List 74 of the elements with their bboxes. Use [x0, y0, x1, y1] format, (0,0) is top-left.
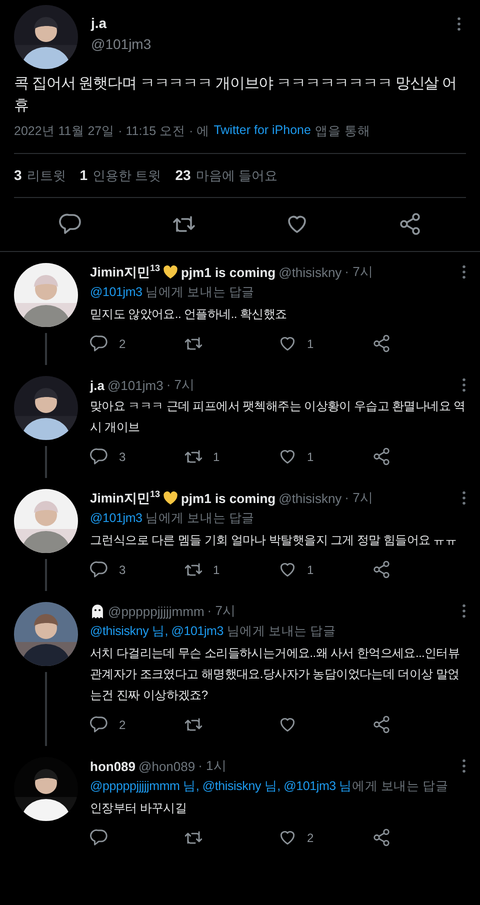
- reply-count: 2: [119, 336, 126, 350]
- display-name: hon089: [90, 758, 136, 774]
- heart-emoji-icon: [162, 264, 178, 280]
- display-name: pjm1 is coming: [180, 264, 276, 280]
- user-handle: @101jm3: [107, 378, 164, 392]
- post-time: · 1시: [198, 757, 226, 775]
- heart-icon[interactable]: [278, 560, 297, 579]
- reply-icon[interactable]: [90, 828, 109, 847]
- post-time: · 7시: [207, 602, 236, 620]
- more-icon[interactable]: [462, 604, 466, 618]
- source-suffix: 앱을 통해: [314, 123, 370, 140]
- user-handle: @thisiskny: [278, 264, 342, 280]
- reply-count: 2: [119, 718, 126, 732]
- heart-emoji-icon: [162, 490, 178, 506]
- more-icon[interactable]: [462, 491, 466, 505]
- like-count: 1: [307, 336, 314, 350]
- mention-link[interactable]: @thisiskny 님, @101jm3: [90, 624, 224, 638]
- reply-context: @101jm3 님에게 보내는 답글: [90, 510, 256, 527]
- more-icon[interactable]: [462, 759, 466, 773]
- reply-text: 믿지도 않았어요.. 언플하네.. 확신했죠: [90, 306, 288, 323]
- like-count: 1: [307, 450, 314, 464]
- display-name: Jimin지민$^{13}$: [90, 262, 160, 282]
- reply-context: @101jm3 님에게 보내는 답글: [90, 284, 256, 301]
- reply-text: 서치 다걸리는데 무슨 소리들하시는거에요..왜 사서 한억으세요...인터뷰 관계자가 조크였다고 해명했대요.당사자가 농담이었다는데 더이상 말얹는건 진짜 이상하겠죠?: [90, 645, 461, 704]
- heart-icon[interactable]: [278, 334, 297, 353]
- share-icon[interactable]: [398, 212, 422, 236]
- like-count: 1: [307, 562, 314, 576]
- user-handle: @pppppjjjjjmmm: [108, 604, 204, 618]
- stat-link[interactable]: 1 인용한 트윗: [80, 167, 162, 185]
- share-icon[interactable]: [372, 715, 391, 734]
- reply-context: @thisiskny 님, @101jm3 님에게 보내는 답글: [90, 623, 337, 640]
- post-time: · 7시: [344, 489, 373, 507]
- reply-text: 맞아요 ㅋㅋㅋ 근데 피프에서 팻첵해주는 이상황이 우습고 환멸나네요 역시 개이브: [90, 398, 466, 436]
- mention-link[interactable]: @101jm3: [90, 511, 142, 525]
- timestamp: 2022년 11월 27일 · 11:15 오전 · 에: [14, 123, 210, 140]
- post-time: · 7시: [344, 263, 373, 281]
- reply-text: 인장부터 바꾸시길: [90, 800, 188, 817]
- reply-icon[interactable]: [90, 715, 109, 734]
- user-handle: @hon089: [138, 758, 196, 774]
- display-name: Jimin지민$^{13}$: [90, 488, 160, 508]
- reply-icon[interactable]: [90, 560, 109, 579]
- share-icon[interactable]: [372, 447, 391, 466]
- heart-icon[interactable]: [278, 715, 297, 734]
- user-handle: @101jm3: [91, 36, 152, 52]
- display-name: j.a: [90, 378, 104, 392]
- reply-context: @pppppjjjjjmmm 님, @thisiskny 님, @101jm3 님 에게 보내는 답글: [90, 778, 450, 795]
- heart-icon[interactable]: [278, 828, 297, 847]
- mention-link[interactable]: @101jm3: [90, 285, 142, 299]
- like-count: 2: [307, 830, 314, 844]
- more-icon[interactable]: [462, 265, 466, 279]
- tweet-text: 콕 집어서 원햇다며 ㅋㅋㅋㅋㅋ 개이브야 ㅋㅋㅋㅋㅋㅋㅋㅋ 망신살 어휴: [14, 74, 458, 116]
- mention-link[interactable]: @pppppjjjjjmmm 님, @thisiskny 님, @101jm3 님: [90, 779, 352, 793]
- reply-icon[interactable]: [58, 212, 82, 236]
- post-time: · 7시: [166, 376, 194, 394]
- display-name: pjm1 is coming: [180, 490, 276, 506]
- display-name: j.a: [91, 15, 108, 31]
- reply-count: 3: [119, 562, 126, 576]
- share-icon[interactable]: [372, 560, 391, 579]
- stat-link[interactable]: 23 마음에 들어요: [175, 167, 278, 185]
- heart-icon[interactable]: [278, 447, 297, 466]
- reply-icon[interactable]: [90, 334, 109, 353]
- reply-count: 3: [119, 450, 126, 464]
- retweet-count: 1: [213, 562, 220, 576]
- ghost-icon: [90, 604, 105, 618]
- user-handle: @thisiskny: [278, 490, 342, 506]
- share-icon[interactable]: [372, 334, 391, 353]
- reply-icon[interactable]: [90, 447, 109, 466]
- more-icon[interactable]: [462, 378, 466, 392]
- retweet-count: 1: [213, 450, 220, 464]
- more-icon[interactable]: [457, 17, 461, 31]
- share-icon[interactable]: [372, 828, 391, 847]
- stat-link[interactable]: 3 리트윗: [14, 167, 66, 185]
- reply-text: 그런식으로 다른 멤들 기회 얼마나 박탈햇을지 그게 정말 힘들어요 ㅠㅠ: [90, 532, 458, 549]
- source-link[interactable]: Twitter for iPhone: [214, 123, 311, 140]
